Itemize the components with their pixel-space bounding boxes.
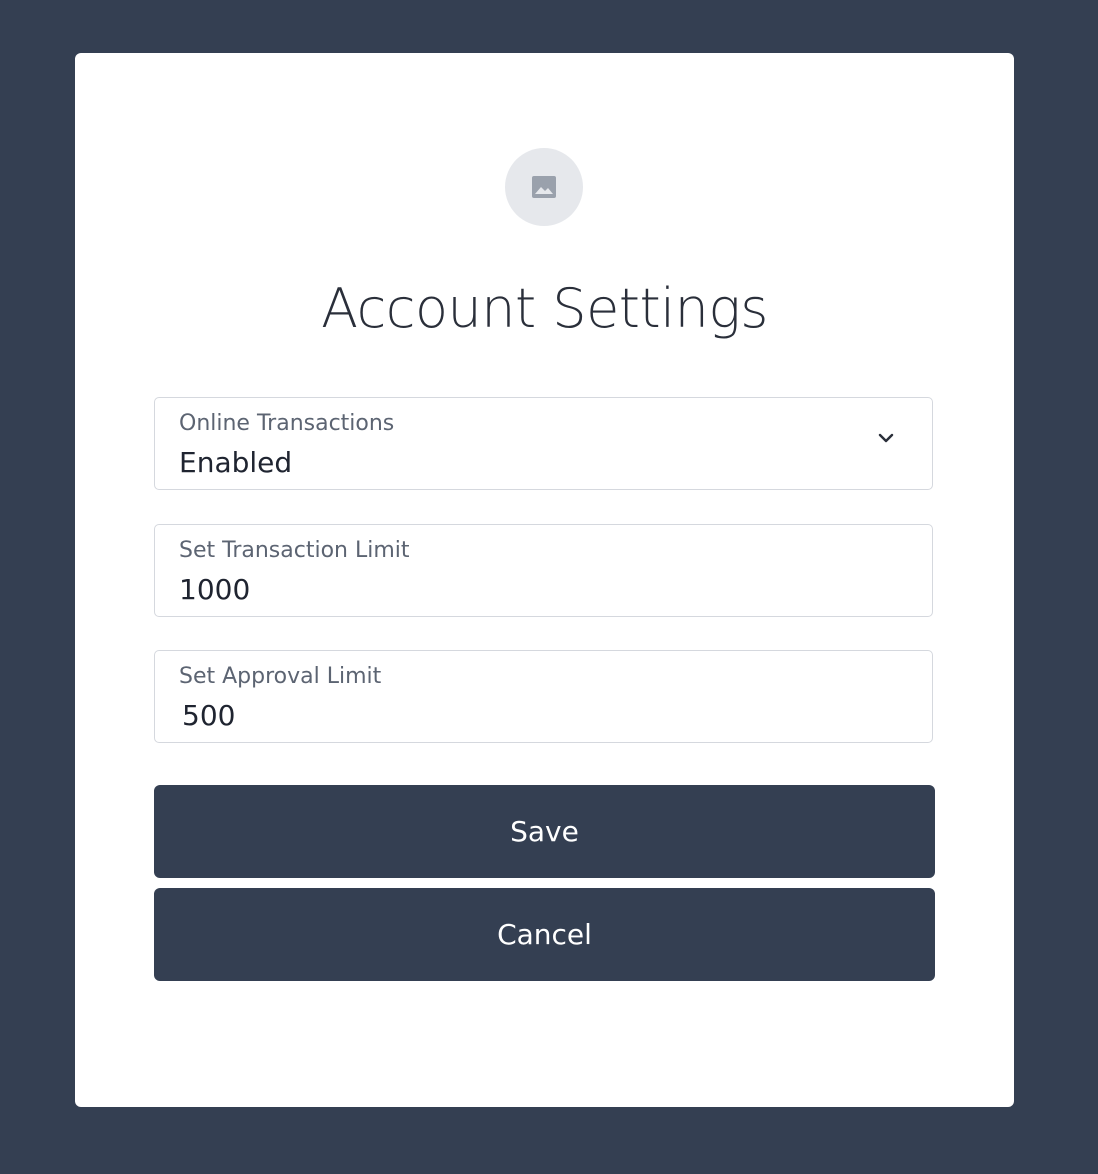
transaction-limit-value[interactable]: 1000 bbox=[179, 573, 250, 607]
account-settings-card: Account Settings Online Transactions Ena… bbox=[75, 53, 1014, 1107]
avatar bbox=[505, 148, 583, 226]
cancel-button[interactable]: Cancel bbox=[154, 888, 935, 981]
transaction-limit-label: Set Transaction Limit bbox=[179, 538, 410, 563]
transaction-limit-field[interactable]: Set Transaction Limit 1000 bbox=[154, 524, 933, 617]
approval-limit-value[interactable]: 500 bbox=[182, 699, 235, 733]
chevron-down-icon[interactable] bbox=[876, 428, 896, 448]
approval-limit-field[interactable]: Set Approval Limit 500 bbox=[154, 650, 933, 743]
online-transactions-label: Online Transactions bbox=[179, 411, 395, 436]
online-transactions-select[interactable]: Online Transactions Enabled bbox=[154, 397, 933, 490]
page-title: Account Settings bbox=[321, 277, 768, 340]
image-placeholder-icon bbox=[532, 176, 556, 198]
save-button[interactable]: Save bbox=[154, 785, 935, 878]
approval-limit-label: Set Approval Limit bbox=[179, 664, 382, 689]
online-transactions-value: Enabled bbox=[179, 446, 293, 479]
